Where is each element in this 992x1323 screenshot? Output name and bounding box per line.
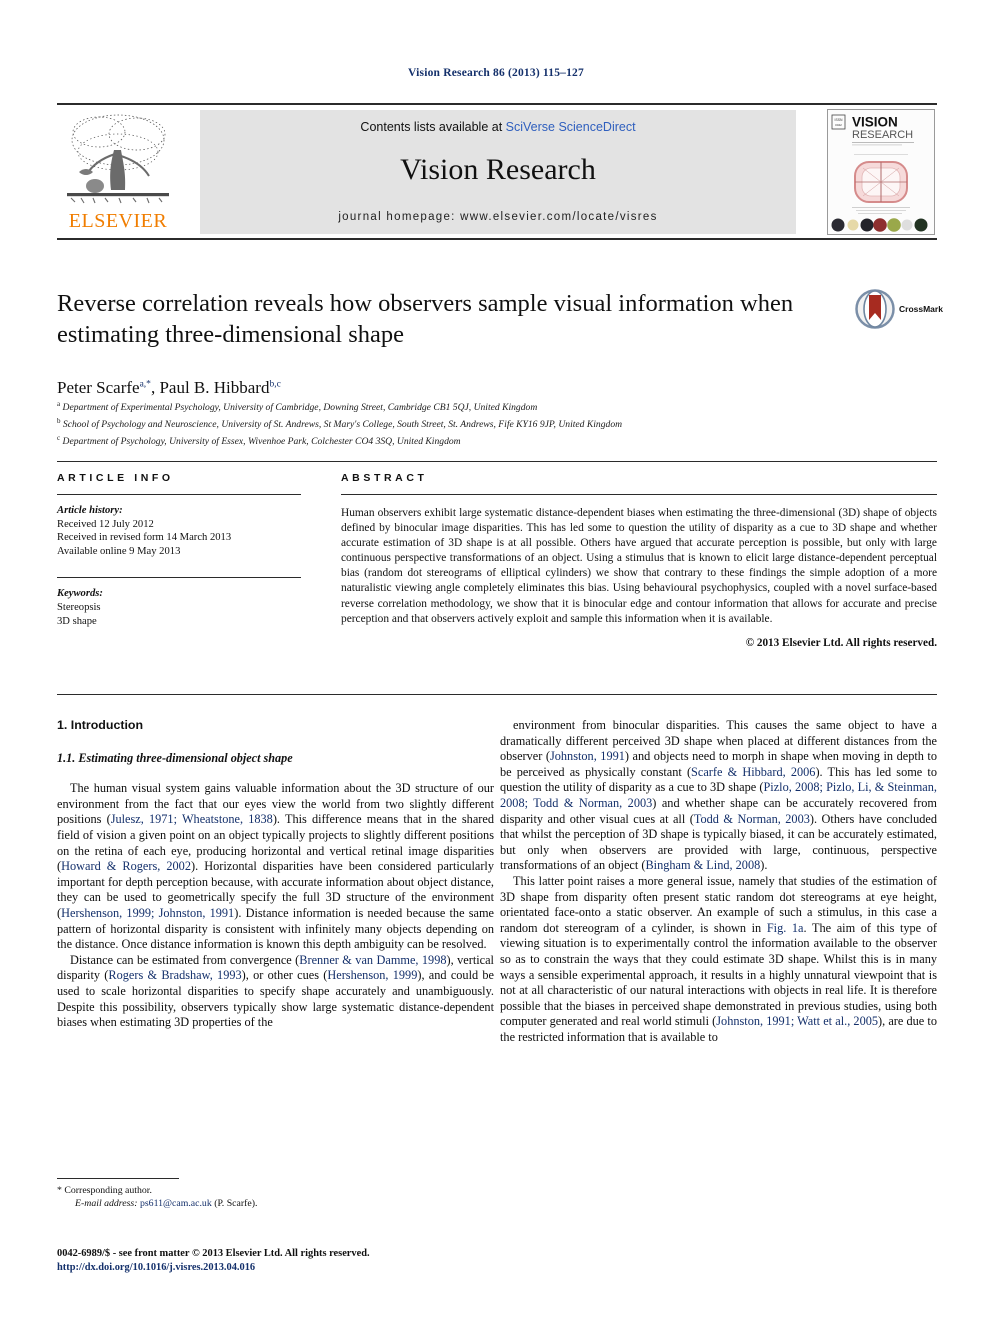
keywords-label: Keywords: bbox=[57, 588, 103, 600]
title-block: Reverse correlation reveals how observer… bbox=[57, 288, 847, 350]
body-column-right: environment from binocular disparities. … bbox=[500, 718, 937, 1045]
journal-cover-image: ISSN 0042 VISION RESEARCH bbox=[828, 110, 934, 234]
crossmark-badge[interactable]: CrossMark bbox=[855, 287, 943, 331]
affiliation-mark-b: b bbox=[57, 416, 61, 425]
elsevier-tree-icon bbox=[67, 114, 169, 204]
footer-block: 0042-6989/$ - see front matter © 2013 El… bbox=[57, 1247, 657, 1274]
citation-link[interactable]: Hershenson, 1999; Johnston, 1991 bbox=[61, 906, 234, 920]
email-link[interactable]: ps611@cam.ac.uk bbox=[140, 1198, 212, 1209]
sciencedirect-link[interactable]: SciVerse ScienceDirect bbox=[506, 120, 636, 134]
info-block-top-rule bbox=[57, 461, 937, 462]
affiliation-mark-c: c bbox=[57, 433, 61, 442]
affiliation-b: b School of Psychology and Neuroscience,… bbox=[57, 415, 937, 432]
corresponding-author-text: Corresponding author. bbox=[64, 1185, 152, 1196]
svg-text:ISSN: ISSN bbox=[835, 118, 843, 122]
footnote-block: * Corresponding author. E-mail address: … bbox=[57, 1178, 494, 1210]
affiliation-list: a Department of Experimental Psychology,… bbox=[57, 398, 937, 448]
keywords-hairline bbox=[57, 577, 301, 579]
abstract-block: ABSTRACT Human observers exhibit large s… bbox=[341, 472, 937, 649]
affiliation-mark-a: a bbox=[57, 400, 61, 408]
elsevier-logo: ELSEVIER bbox=[59, 110, 177, 236]
info-block-bottom-rule bbox=[57, 694, 937, 695]
citation-link[interactable]: Julesz, 1971; Wheatstone, 1838 bbox=[111, 812, 273, 826]
article-history-label: Article history: bbox=[57, 505, 123, 516]
crossmark-icon bbox=[855, 289, 895, 329]
running-head: Vision Research 86 (2013) 115–127 bbox=[408, 67, 584, 79]
abstract-heading: ABSTRACT bbox=[341, 472, 428, 484]
author-mark-1: a,* bbox=[139, 379, 151, 390]
email-label: E-mail address: bbox=[75, 1198, 138, 1209]
citation-link[interactable]: Bingham & Lind, 2008 bbox=[645, 858, 760, 872]
citation-link[interactable]: Fig. 1a bbox=[767, 921, 804, 935]
keywords-group: Keywords: Stereopsis 3D shape bbox=[57, 587, 301, 628]
page-title: Reverse correlation reveals how observer… bbox=[57, 290, 794, 348]
abstract-text: Human observers exhibit large systematic… bbox=[341, 507, 937, 625]
body-paragraph: The human visual system gains valuable i… bbox=[57, 781, 494, 953]
author-mark-2: b,c bbox=[269, 379, 281, 390]
abstract-hairline bbox=[341, 494, 937, 495]
article-history-group: Article history: Received 12 July 2012 R… bbox=[57, 504, 301, 558]
doi-link[interactable]: http://dx.doi.org/10.1016/j.visres.2013.… bbox=[57, 1261, 657, 1275]
affiliation-c: c Department of Psychology, University o… bbox=[57, 432, 937, 449]
crossmark-label: CrossMark bbox=[899, 304, 943, 314]
subsection-heading-estimating-shape: 1.1. Estimating three-dimensional object… bbox=[57, 750, 293, 765]
article-info-heading: ARTICLE INFO bbox=[57, 472, 174, 484]
issn-copyright-line: 0042-6989/$ - see front matter © 2013 El… bbox=[57, 1248, 370, 1259]
citation-link[interactable]: Howard & Rogers, 2002 bbox=[61, 859, 191, 873]
article-info-hairline bbox=[57, 494, 301, 495]
journal-masthead: ELSEVIER Contents lists available at Sci… bbox=[57, 103, 937, 240]
citation-link[interactable]: Johnston, 1991; Watt et al., 2005 bbox=[716, 1014, 878, 1028]
svg-text:VISION: VISION bbox=[852, 115, 898, 130]
svg-text:0042: 0042 bbox=[835, 123, 842, 127]
paragraph-text: ). bbox=[760, 858, 768, 873]
citation-link[interactable]: Hershenson, 1999 bbox=[327, 968, 417, 982]
journal-homepage-line[interactable]: journal homepage: www.elsevier.com/locat… bbox=[200, 211, 796, 223]
history-item-online: Available online 9 May 2013 bbox=[57, 545, 181, 557]
masthead-center-band: Contents lists available at SciVerse Sci… bbox=[200, 110, 796, 234]
journal-article-page: Vision Research 86 (2013) 115–127 ELSEVI… bbox=[0, 0, 992, 1323]
body-paragraph: This latter point raises a more general … bbox=[500, 874, 937, 1046]
contents-available-line: Contents lists available at SciVerse Sci… bbox=[200, 120, 796, 134]
svg-text:RESEARCH: RESEARCH bbox=[852, 129, 913, 141]
email-note: E-mail address: ps611@cam.ac.uk (P. Scar… bbox=[57, 1197, 494, 1210]
citation-link[interactable]: Scarfe & Hibbard, 2006 bbox=[691, 765, 815, 779]
corresponding-author-note: * Corresponding author. bbox=[57, 1184, 494, 1197]
contents-prefix: Contents lists available at bbox=[360, 120, 506, 134]
affiliation-text-c: Department of Psychology, University of … bbox=[62, 435, 461, 447]
keyword-item-1: Stereopsis bbox=[57, 601, 101, 613]
keyword-item-2: 3D shape bbox=[57, 615, 97, 627]
citation-link[interactable]: Brenner & van Damme, 1998 bbox=[299, 953, 446, 967]
citation-link[interactable]: Todd & Norman, 2003 bbox=[694, 812, 810, 826]
author-name-1: Peter Scarfe bbox=[57, 378, 140, 397]
journal-cover-thumbnail: ISSN 0042 VISION RESEARCH bbox=[827, 109, 935, 235]
history-item-received: Received 12 July 2012 bbox=[57, 518, 154, 530]
affiliation-text-b: School of Psychology and Neuroscience, U… bbox=[62, 418, 623, 430]
article-info-block: ARTICLE INFO Article history: Received 1… bbox=[57, 472, 301, 628]
body-column-left: 1. Introduction 1.1. Estimating three-di… bbox=[57, 718, 494, 1031]
journal-title: Vision Research bbox=[400, 153, 596, 186]
body-paragraph: Distance can be estimated from convergen… bbox=[57, 953, 494, 1031]
history-item-revised: Received in revised form 14 March 2013 bbox=[57, 532, 232, 544]
affiliation-a: a Department of Experimental Psychology,… bbox=[57, 398, 937, 415]
paragraph-text: . The aim of this type of viewing situat… bbox=[500, 920, 937, 1029]
affiliation-text-a: Department of Experimental Psychology, U… bbox=[62, 402, 538, 414]
citation-link[interactable]: Rogers & Bradshaw, 1993 bbox=[108, 968, 241, 982]
abstract-copyright: © 2013 Elsevier Ltd. All rights reserved… bbox=[745, 636, 937, 649]
citation-link[interactable]: Johnston, 1991 bbox=[550, 749, 625, 763]
author-list: Peter Scarfea,*, Paul B. Hibbardb,c bbox=[57, 378, 281, 398]
body-paragraph: environment from binocular disparities. … bbox=[500, 718, 937, 874]
email-owner: (P. Scarfe). bbox=[214, 1198, 258, 1209]
section-heading-introduction: 1. Introduction bbox=[57, 718, 144, 732]
elsevier-wordmark: ELSEVIER bbox=[68, 210, 168, 232]
left-column-paragraphs: The human visual system gains valuable i… bbox=[57, 781, 494, 1031]
footnote-rule bbox=[57, 1178, 179, 1179]
author-name-2: Paul B. Hibbard bbox=[159, 378, 270, 397]
paragraph-text: Distance can be estimated from convergen… bbox=[70, 952, 300, 967]
right-column-paragraphs: environment from binocular disparities. … bbox=[500, 718, 937, 1045]
paragraph-text: ), or other cues ( bbox=[241, 968, 328, 983]
corresponding-author-mark: * bbox=[57, 1185, 62, 1196]
